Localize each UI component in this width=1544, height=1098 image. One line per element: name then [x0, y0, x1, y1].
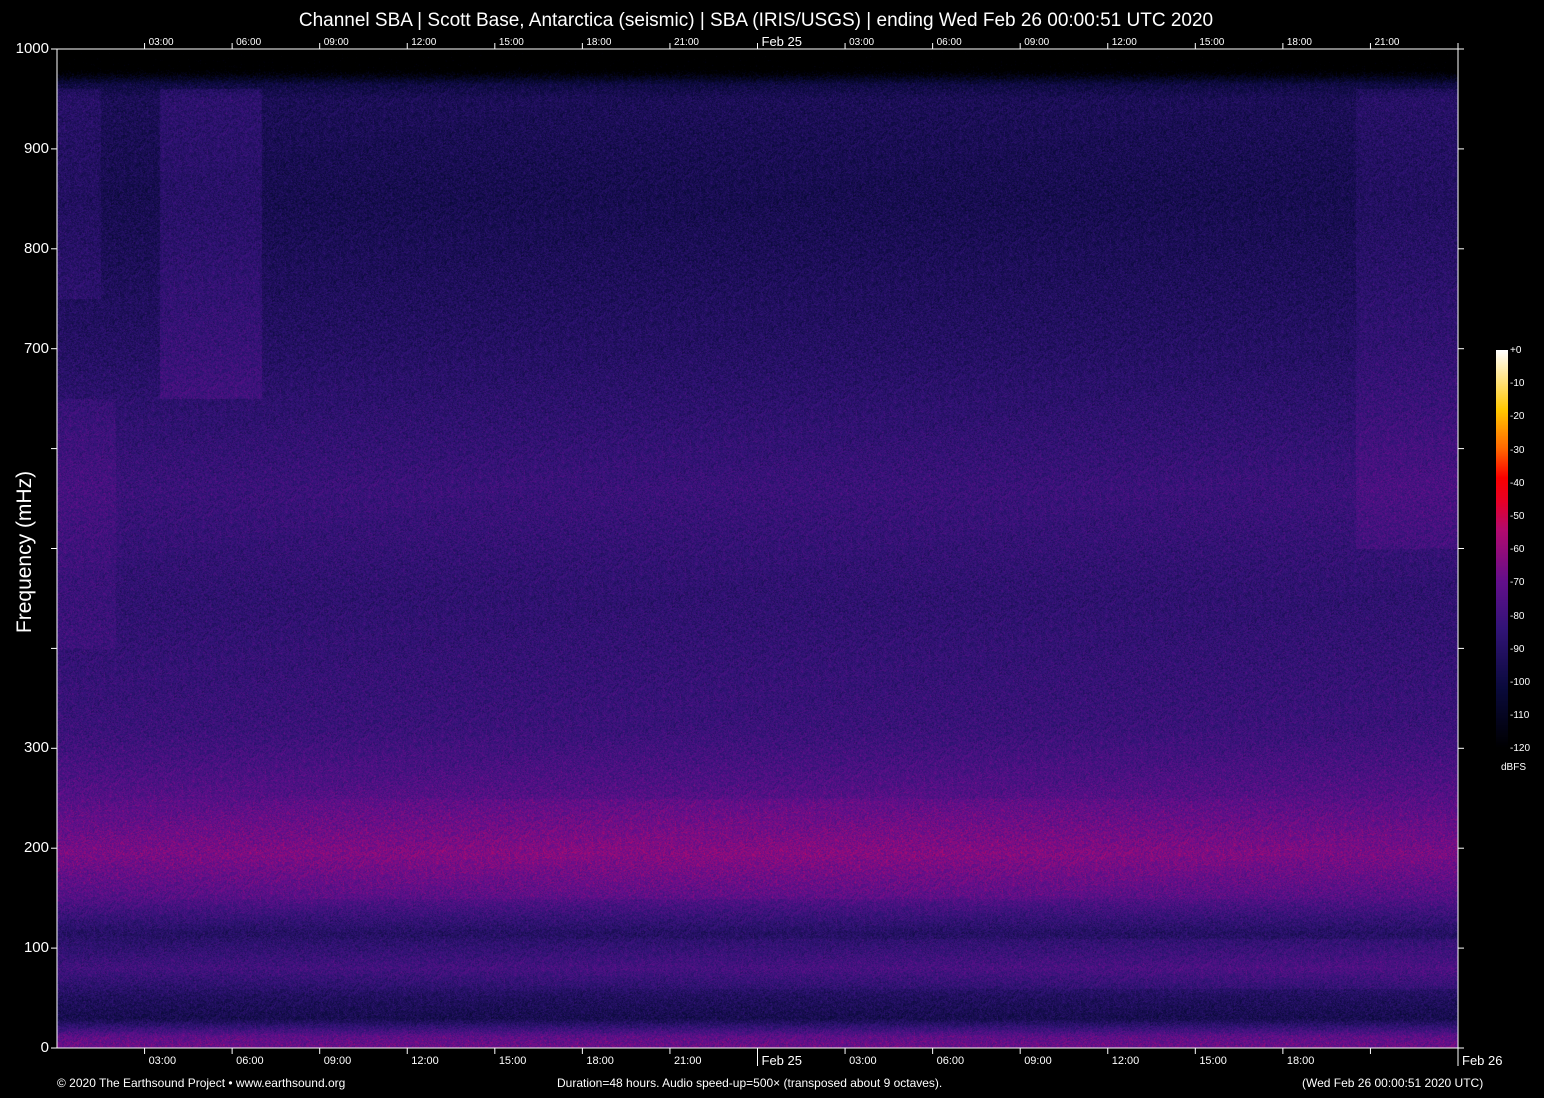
x-top-tick-label: 15:00: [1199, 37, 1225, 48]
y-tick-label: 100: [23, 939, 49, 957]
colorbar-tick-label: -10: [1510, 378, 1525, 390]
x-top-tick-label: 12:00: [411, 37, 437, 48]
x-top-tick-label: 21:00: [673, 37, 699, 48]
y-tick-label: 800: [23, 239, 49, 257]
y-tick-label: 1000: [15, 40, 49, 57]
colorbar-tick-label: +0: [1510, 345, 1522, 356]
y-tick-label: 700: [23, 339, 49, 357]
colorbar-tick-label: -100: [1510, 677, 1531, 688]
colorbar-tick-label: -30: [1510, 444, 1525, 456]
x-bottom-tick-label: Feb 25: [761, 1053, 802, 1068]
x-bottom-tick-label: 15:00: [498, 1055, 527, 1067]
x-top-tick-label: 12:00: [1111, 37, 1137, 48]
colorbar-tick-label: -90: [1510, 643, 1525, 655]
x-bottom-tick-label: 18:00: [1286, 1055, 1315, 1067]
axes: [51, 43, 1464, 1066]
y-tick-label: 900: [23, 139, 49, 157]
x-bottom-tick-label: 21:00: [673, 1055, 702, 1067]
colorbar-tick-label: -80: [1510, 610, 1525, 622]
x-bottom-tick-label: 12:00: [1111, 1055, 1140, 1067]
y-tick-label: 300: [23, 739, 49, 757]
x-top-tick-label: Feb 25: [761, 34, 802, 49]
x-bottom-tick-label: 09:00: [1024, 1055, 1052, 1067]
x-bottom-tick-label: 15:00: [1199, 1055, 1227, 1067]
x-bottom-tick-label: 03:00: [148, 1055, 177, 1067]
x-bottom-tick-label: 03:00: [849, 1055, 877, 1067]
x-bottom-tick-label: 06:00: [936, 1055, 965, 1067]
x-top-tick-label: 18:00: [1286, 37, 1312, 48]
x-top-tick-label: 06:00: [236, 37, 262, 48]
x-top-tick-label: 03:00: [849, 37, 875, 48]
colorbar-tick-label: -110: [1510, 710, 1530, 722]
x-bottom-tick-label: 09:00: [323, 1055, 352, 1067]
x-bottom-tick-label: 06:00: [236, 1055, 264, 1067]
colorbar-tick-label: -70: [1510, 577, 1525, 589]
y-tick-label: 0: [40, 1039, 49, 1056]
x-top-tick-label: 09:00: [1024, 37, 1050, 48]
colorbar-tick-label: -20: [1510, 411, 1525, 423]
x-bottom-tick-label: 18:00: [586, 1055, 614, 1067]
colorbar-tick-label: -60: [1510, 544, 1525, 556]
x-bottom-tick-label: 12:00: [411, 1055, 439, 1067]
colorbar-unit: dBFS: [1501, 762, 1527, 773]
x-top-tick-label: 06:00: [936, 37, 962, 48]
colorbar-tick-label: -50: [1510, 511, 1525, 522]
y-tick-label: 200: [23, 839, 49, 857]
x-bottom-tick-label: Feb 26: [1462, 1053, 1503, 1068]
footer-duration: Duration=48 hours. Audio speed-up=500× (…: [557, 1076, 943, 1090]
footer-copyright: © 2020 The Earthsound Project • www.eart…: [57, 1076, 346, 1090]
y-axis-title: Frequency (mHz): [13, 470, 36, 634]
colorbar-tick-label: -120: [1510, 743, 1531, 755]
x-top-tick-label: 09:00: [323, 37, 349, 48]
colorbar-tick-label: -40: [1510, 477, 1525, 489]
footer-timestamp: (Wed Feb 26 00:00:51 2020 UTC): [1302, 1076, 1484, 1090]
x-top-tick-label: 18:00: [586, 37, 612, 48]
x-top-tick-label: 15:00: [498, 37, 524, 48]
x-top-tick-label: 21:00: [1374, 37, 1400, 48]
x-top-tick-label: 03:00: [148, 37, 174, 48]
colorbar: [1496, 350, 1508, 749]
